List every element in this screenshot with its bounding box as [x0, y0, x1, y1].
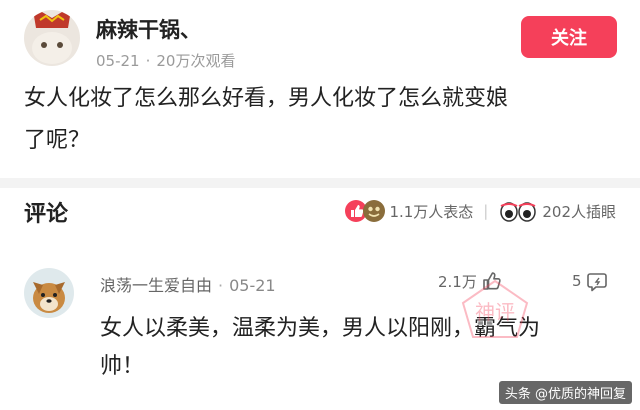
post-content-line: 了呢？ [24, 128, 91, 153]
author-avatar[interactable] [24, 10, 80, 66]
eye-icon [516, 200, 538, 222]
comment-reply-count: 5 [572, 272, 582, 290]
laughing-emoji-icon [363, 200, 386, 222]
dog-avatar-image [24, 268, 74, 318]
comment-reply-button[interactable]: 5 [572, 270, 608, 292]
cat-avatar-image [24, 10, 80, 66]
comments-header: 评论 1.1万人表态 | 202人插眼 [0, 188, 640, 238]
meta-separator: · [218, 276, 224, 295]
meta-separator: · [145, 52, 151, 70]
commenter-name[interactable]: 浪荡一生爱自由 [100, 276, 212, 295]
post-content: 女人化妆了怎么那么好看，男人化妆了怎么就变娘 了呢？ [24, 78, 624, 162]
section-divider [0, 178, 640, 188]
illustrations-stat[interactable]: 202人插眼 [498, 200, 616, 222]
reactions-stat[interactable]: 1.1万人表态 [345, 200, 473, 222]
reactions-count: 1.1万人表态 [389, 202, 474, 221]
reply-bubble-icon [586, 273, 607, 292]
source-watermark: 头条 @优质的神回复 [498, 381, 632, 404]
post-date: 05-21 [96, 52, 140, 70]
follow-button[interactable]: 关注 [521, 16, 617, 58]
comment-text-line: 女人以柔美，温柔为美，男人以阳刚，霸气为 [100, 316, 541, 341]
comment-text: 女人以柔美，温柔为美，男人以阳刚，霸气为 帅！ [100, 310, 620, 386]
view-count: 20万次观看 [156, 52, 236, 70]
comment-stats: 1.1万人表态 | 202人插眼 [345, 200, 616, 222]
stamp-text: 神评 [475, 300, 515, 324]
post-content-line: 女人化妆了怎么那么好看，男人化妆了怎么就变娘 [24, 86, 509, 111]
commenter-meta: 浪荡一生爱自由 · 05-21 [100, 272, 276, 296]
eye-icons [498, 200, 538, 222]
comment-time: 05-21 [229, 276, 276, 295]
post-card: 麻辣干锅、 05-21 · 20万次观看 关注 女人化妆了怎么那么好看，男人化妆了怎… [0, 0, 640, 178]
illustrations-count: 202人插眼 [542, 202, 616, 221]
post-meta: 05-21 · 20万次观看 [96, 50, 235, 71]
comments-title: 评论 [24, 202, 69, 227]
commenter-avatar[interactable] [24, 268, 74, 318]
stats-separator: | [483, 202, 489, 220]
author-name[interactable]: 麻辣干锅、 [96, 14, 201, 44]
top-comment-stamp-icon: 神评 [455, 273, 535, 347]
reaction-icons [345, 200, 386, 222]
